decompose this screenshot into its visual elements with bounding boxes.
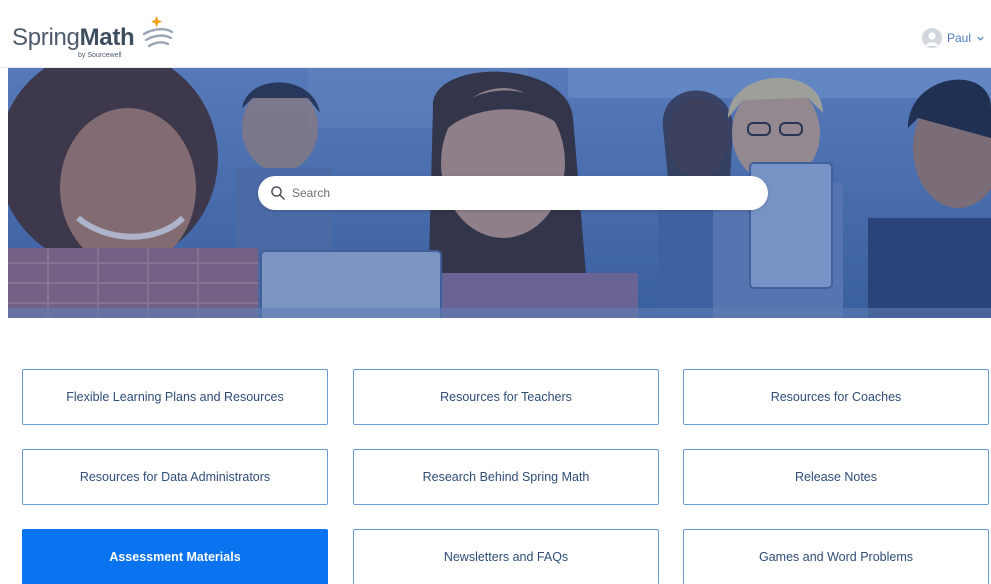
swoosh-star-logo-icon [142,16,174,48]
user-menu[interactable]: Paul [921,28,985,48]
tile-flexible-learning-plans[interactable]: Flexible Learning Plans and Resources [22,369,328,425]
tile-assessment-materials[interactable]: Assessment Materials [22,529,328,584]
tile-games-and-word-problems[interactable]: Games and Word Problems [683,529,989,584]
search-bar[interactable] [258,176,768,210]
springmath-logo[interactable]: SpringMath by Sourcewell [12,14,182,60]
user-name: Paul [946,31,971,45]
tile-resources-for-teachers[interactable]: Resources for Teachers [353,369,659,425]
tile-resources-for-coaches[interactable]: Resources for Coaches [683,369,989,425]
logo-subtitle: by Sourcewell [78,52,122,59]
logo-word-light: Spring [12,24,80,51]
user-avatar-icon [921,28,942,48]
chevron-down-icon [977,36,984,41]
tile-newsletters-and-faqs[interactable]: Newsletters and FAQs [353,529,659,584]
search-icon [271,186,285,200]
top-header: SpringMath by Sourcewell Paul [0,0,991,68]
logo-word-bold: Math [79,24,135,51]
tile-release-notes[interactable]: Release Notes [683,449,989,505]
search-input[interactable] [292,186,752,200]
tile-research-behind-spring-math[interactable]: Research Behind Spring Math [353,449,659,505]
logo-wordmark: SpringMath [12,24,135,52]
tile-resources-for-data-administrators[interactable]: Resources for Data Administrators [22,449,328,505]
hero-banner [8,68,991,318]
